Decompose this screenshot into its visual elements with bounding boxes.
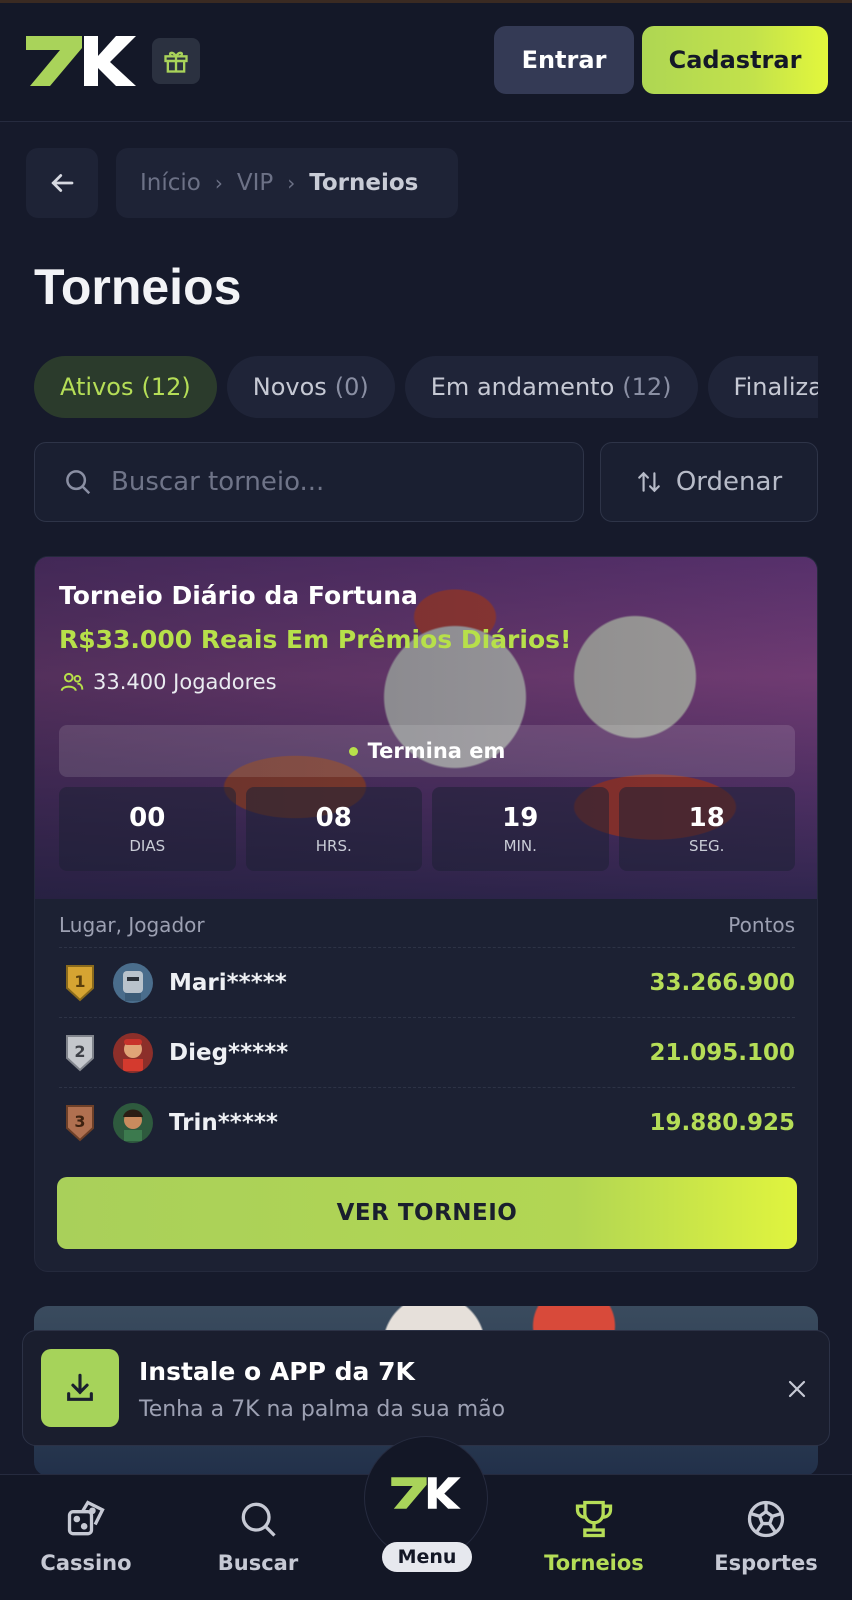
nav-buscar[interactable]: Buscar xyxy=(188,1497,328,1575)
players-text: 33.400 Jogadores xyxy=(93,670,277,694)
timer-unit: MIN. xyxy=(503,837,537,855)
timer-minutes: 19 MIN. xyxy=(432,787,609,871)
gold-medal-icon: 1 xyxy=(63,962,97,1004)
nav-label: Cassino xyxy=(40,1551,132,1575)
player-points: 33.266.900 xyxy=(649,969,795,996)
player-points: 21.095.100 xyxy=(649,1039,795,1066)
chevron-right-icon: › xyxy=(214,171,223,195)
tab-count: (12) xyxy=(141,373,191,401)
filter-tabs: Ativos (12) Novos (0) Em andamento (12) Fin… xyxy=(34,356,818,418)
gift-icon[interactable] xyxy=(152,38,200,84)
brand-logo[interactable] xyxy=(24,34,138,88)
avatar xyxy=(113,1032,153,1073)
menu-logo-icon[interactable] xyxy=(390,1474,462,1512)
tab-label: Em andamento xyxy=(430,373,615,401)
live-dot-icon xyxy=(348,746,358,756)
timer-value: 08 xyxy=(315,803,352,833)
install-app-toast: Instale o APP da 7K Tenha a 7K na palma … xyxy=(22,1330,830,1446)
tournament-name: Torneio Diário da Fortuna xyxy=(59,581,418,610)
nav-esportes[interactable]: Esportes xyxy=(696,1497,836,1575)
timer-hours: 08 HRS. xyxy=(245,787,422,871)
nav-label: Torneios xyxy=(544,1551,644,1575)
player-name: Mari***** xyxy=(169,969,287,996)
menu-label[interactable]: Menu xyxy=(382,1542,472,1572)
timer-value: 19 xyxy=(502,803,539,833)
back-button[interactable] xyxy=(26,148,98,218)
users-icon xyxy=(60,672,84,692)
svg-text:2: 2 xyxy=(74,1042,85,1061)
chevron-right-icon: › xyxy=(287,171,296,195)
search-box xyxy=(34,442,584,522)
leaderboard-row: 1 Mari***** 33.266.900 xyxy=(59,947,795,1017)
tournament-card: Torneio Diário da Fortuna R$33.000 Reais… xyxy=(34,556,818,1272)
nav-torneios[interactable]: Torneios xyxy=(524,1497,664,1575)
search-icon xyxy=(66,470,91,495)
leaderboard-row: 2 Dieg***** 21.095.100 xyxy=(59,1017,795,1087)
ends-in-bar: Termina em xyxy=(59,725,795,777)
leaderboard-header-right: Pontos xyxy=(728,913,795,937)
player-name: Trin***** xyxy=(169,1109,278,1136)
svg-text:3: 3 xyxy=(74,1112,85,1131)
countdown-timer: 00 DIAS 08 HRS. 19 MIN. 18 SEG. xyxy=(59,787,795,871)
timer-days: 00 DIAS xyxy=(59,787,236,871)
login-button[interactable]: Entrar xyxy=(494,26,634,94)
leaderboard-row: 3 Trin***** 19.880.925 xyxy=(59,1087,795,1157)
download-icon xyxy=(67,1373,93,1401)
breadcrumb-vip[interactable]: VIP xyxy=(237,170,273,196)
tab-finalizados[interactable]: Finalizados xyxy=(707,356,818,418)
nav-label: Esportes xyxy=(714,1551,818,1575)
download-button[interactable] xyxy=(41,1349,119,1427)
tab-novos[interactable]: Novos (0) xyxy=(226,356,395,418)
tab-count: (0) xyxy=(334,373,369,401)
search-input[interactable] xyxy=(111,467,551,497)
tab-label: Ativos xyxy=(60,373,134,401)
timer-value: 00 xyxy=(129,803,166,833)
leaderboard-header: Lugar, Jogador Pontos xyxy=(59,913,795,937)
arrow-left-icon xyxy=(51,174,74,192)
tournament-prize: R$33.000 Reais Em Prêmios Diários! xyxy=(59,625,572,654)
ends-in-label: Termina em xyxy=(367,739,506,763)
bronze-medal-icon: 3 xyxy=(63,1102,97,1144)
breadcrumb: Início › VIP › Torneios xyxy=(116,148,458,218)
trophy-icon xyxy=(575,1500,613,1538)
close-icon[interactable] xyxy=(775,1367,819,1411)
sort-label: Ordenar xyxy=(675,467,783,497)
timer-seconds: 18 SEG. xyxy=(618,787,795,871)
top-header: Entrar Cadastrar xyxy=(0,0,852,122)
soccer-ball-icon xyxy=(747,1500,785,1538)
player-points: 19.880.925 xyxy=(649,1109,795,1136)
toast-subtitle: Tenha a 7K na palma da sua mão xyxy=(139,1397,506,1422)
avatar xyxy=(113,1102,153,1143)
tab-label: Novos xyxy=(252,373,327,401)
tab-count: (12) xyxy=(622,373,672,401)
players-count: 33.400 Jogadores xyxy=(59,669,277,695)
nav-label: Buscar xyxy=(217,1551,299,1575)
timer-unit: HRS. xyxy=(315,837,352,855)
timer-unit: SEG. xyxy=(689,837,725,855)
player-name: Dieg***** xyxy=(169,1039,289,1066)
dice-icon xyxy=(67,1500,105,1536)
tab-ativos[interactable]: Ativos (12) xyxy=(34,356,217,418)
view-tournament-button[interactable]: VER TORNEIO xyxy=(57,1177,797,1249)
sort-button[interactable]: Ordenar xyxy=(600,442,818,522)
silver-medal-icon: 2 xyxy=(63,1032,97,1074)
sort-arrows-icon xyxy=(638,471,660,493)
nav-cassino[interactable]: Cassino xyxy=(16,1497,156,1575)
signup-button[interactable]: Cadastrar xyxy=(642,26,828,94)
page-title: Torneios xyxy=(34,259,242,315)
leaderboard-header-left: Lugar, Jogador xyxy=(59,913,205,937)
svg-text:1: 1 xyxy=(74,972,85,991)
search-icon xyxy=(241,1502,276,1537)
timer-value: 18 xyxy=(688,803,725,833)
avatar xyxy=(113,962,153,1003)
timer-unit: DIAS xyxy=(129,837,166,855)
tab-em-andamento[interactable]: Em andamento (12) xyxy=(404,356,698,418)
breadcrumb-home[interactable]: Início xyxy=(140,170,201,196)
breadcrumb-current: Torneios xyxy=(309,170,419,196)
tab-label: Finalizados xyxy=(733,373,818,401)
toast-title: Instale o APP da 7K xyxy=(139,1357,415,1386)
